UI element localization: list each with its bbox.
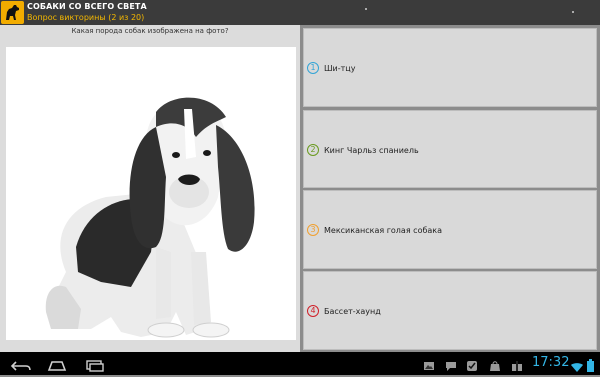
answer-option-1[interactable]: 1 Ши-тцу	[303, 28, 597, 107]
answer-label: Мексиканская голая собака	[324, 226, 443, 235]
quiz-progress: Вопрос викторины (2 из 20)	[27, 13, 145, 22]
answer-number-badge: 3	[307, 224, 319, 236]
app-title: СОБАКИ СО ВСЕГО СВЕТА	[27, 2, 147, 11]
answer-number-badge: 1	[307, 62, 319, 74]
chat-icon	[445, 357, 457, 376]
gallery-icon	[423, 357, 435, 376]
battery-icon	[587, 357, 594, 376]
question-panel: Какая порода собак изображена на фото?	[0, 25, 300, 352]
check-icon	[466, 357, 478, 376]
answer-option-4[interactable]: 4 Бассет-хаунд	[303, 271, 597, 350]
answer-number-badge: 4	[307, 305, 319, 317]
answer-option-3[interactable]: 3 Мексиканская голая собака	[303, 190, 597, 269]
wifi-icon	[571, 358, 583, 377]
clock: 17:32	[532, 355, 570, 370]
action-bar: СОБАКИ СО ВСЕГО СВЕТА Вопрос викторины (…	[0, 0, 600, 25]
answer-label: Бассет-хаунд	[324, 307, 381, 316]
home-icon[interactable]	[47, 357, 67, 376]
answer-option-2[interactable]: 2 Кинг Чарльз спаниель	[303, 110, 597, 188]
answer-label: Кинг Чарльз спаниель	[324, 146, 419, 155]
dog-icon[interactable]	[1, 1, 24, 24]
quiz-content: Какая порода собак изображена на фото? 1…	[0, 25, 600, 352]
overflow-dot	[572, 11, 574, 13]
dog-photo	[6, 47, 296, 340]
question-text: Какая порода собак изображена на фото?	[71, 27, 229, 35]
recents-icon[interactable]	[85, 357, 105, 376]
gift-icon	[511, 357, 523, 376]
bag-icon	[489, 357, 501, 376]
answer-label: Ши-тцу	[324, 64, 356, 73]
answer-number-badge: 2	[307, 144, 319, 156]
back-icon[interactable]	[10, 357, 32, 376]
overflow-dot	[365, 8, 367, 10]
system-bar: 17:32	[0, 352, 600, 375]
